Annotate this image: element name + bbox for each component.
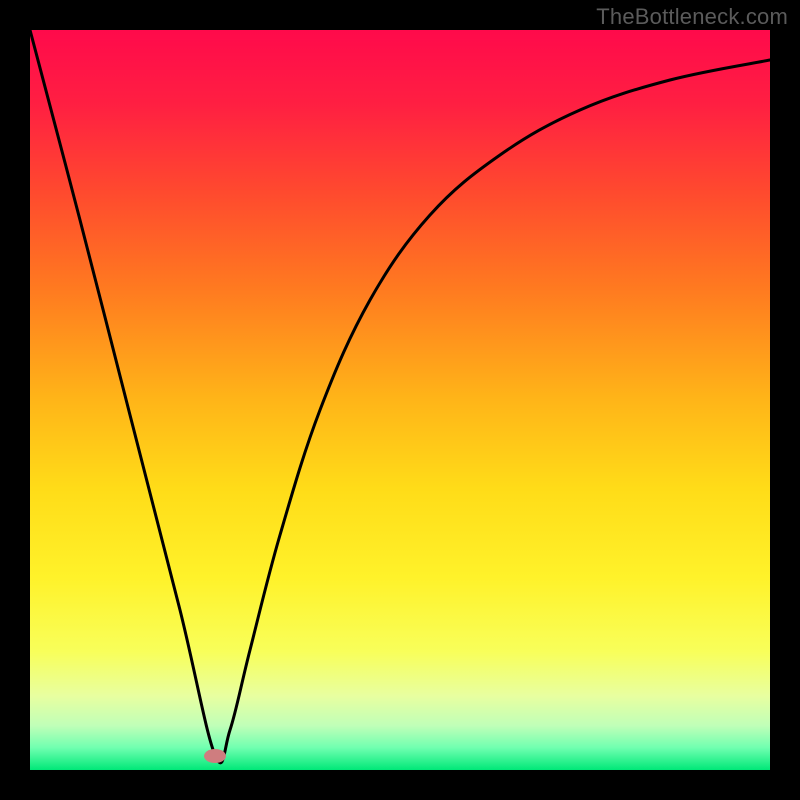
image-frame: TheBottleneck.com: [0, 0, 800, 800]
gradient-background: [30, 30, 770, 770]
chart-plot-area: [30, 30, 770, 770]
chart-svg: [30, 30, 770, 770]
optimal-point-marker: [204, 749, 226, 763]
attribution-text: TheBottleneck.com: [596, 4, 788, 30]
